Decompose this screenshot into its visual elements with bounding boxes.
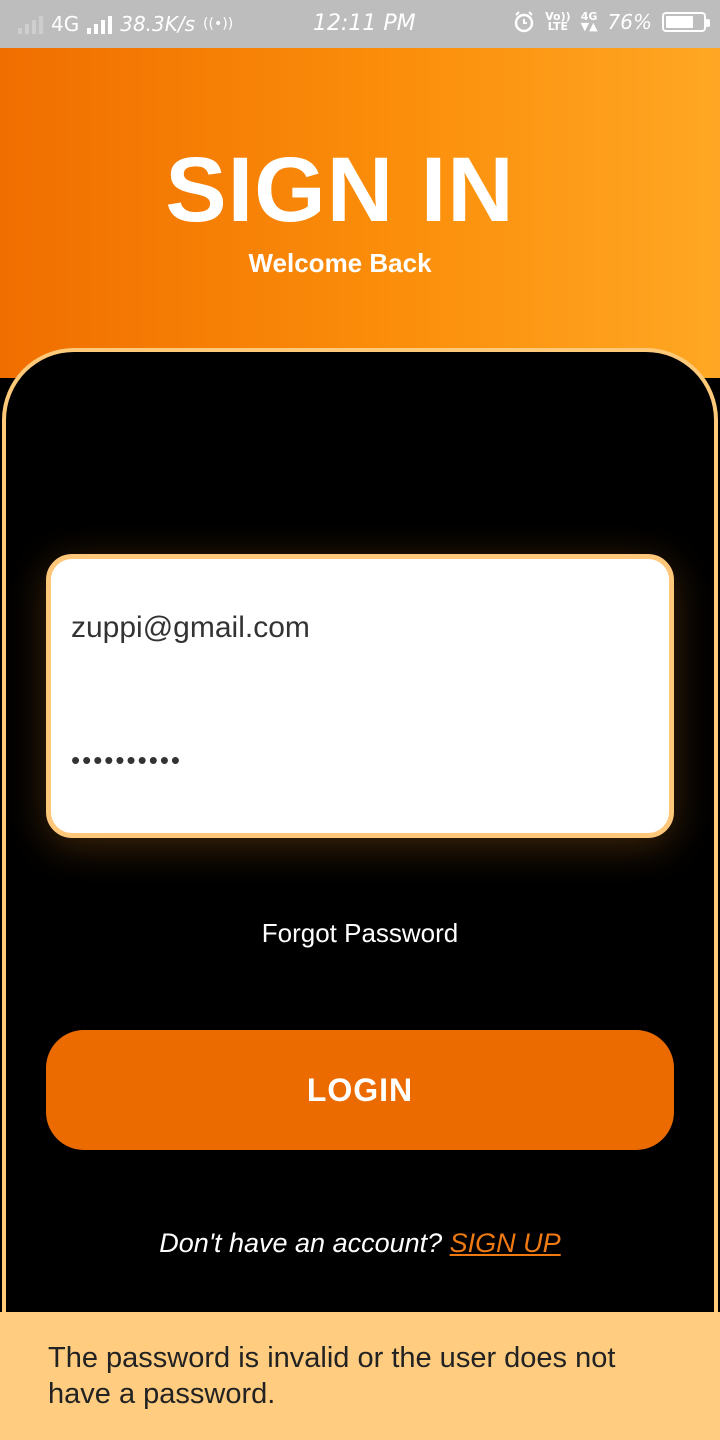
status-left: 4G 38.3K/s ((•)) <box>18 12 233 36</box>
volte-indicator: Vo)) LTE <box>545 10 571 33</box>
sign-up-link[interactable]: SIGN UP <box>450 1228 561 1258</box>
credentials-box <box>46 554 674 838</box>
forgot-password-link[interactable]: Forgot Password <box>0 918 720 949</box>
status-right: Vo)) LTE 4G ▼▲ 76% <box>513 10 710 34</box>
error-message: The password is invalid or the user does… <box>48 1342 616 1410</box>
header-banner: SIGN IN Welcome Back <box>0 48 720 378</box>
login-card <box>2 348 718 1348</box>
login-button[interactable]: LOGIN <box>46 1030 674 1150</box>
signal-icon-sim1 <box>18 14 43 34</box>
battery-percent: 76% <box>607 10 652 34</box>
password-field[interactable] <box>71 745 651 776</box>
status-bar: 4G 38.3K/s ((•)) 12:11 PM Vo)) LTE 4G ▼▲ 7… <box>0 0 720 48</box>
data-indicator: 4G ▼▲ <box>580 10 598 33</box>
battery-fill <box>666 16 694 28</box>
hotspot-icon: ((•)) <box>203 16 234 32</box>
signup-prompt: Don't have an account? SIGN UP <box>0 1228 720 1259</box>
clock: 12:11 PM <box>313 11 416 36</box>
error-snackbar: The password is invalid or the user does… <box>0 1312 720 1440</box>
signal-icon-sim2 <box>87 14 113 34</box>
email-field[interactable] <box>71 611 651 645</box>
no-account-text: Don't have an account? <box>159 1228 443 1258</box>
alarm-icon <box>514 11 534 33</box>
page-subtitle: Welcome Back <box>248 248 432 278</box>
page-title: SIGN IN <box>165 139 515 241</box>
battery-icon <box>662 12 710 32</box>
network-speed: 38.3K/s <box>120 12 196 36</box>
network-type: 4G <box>51 12 80 36</box>
